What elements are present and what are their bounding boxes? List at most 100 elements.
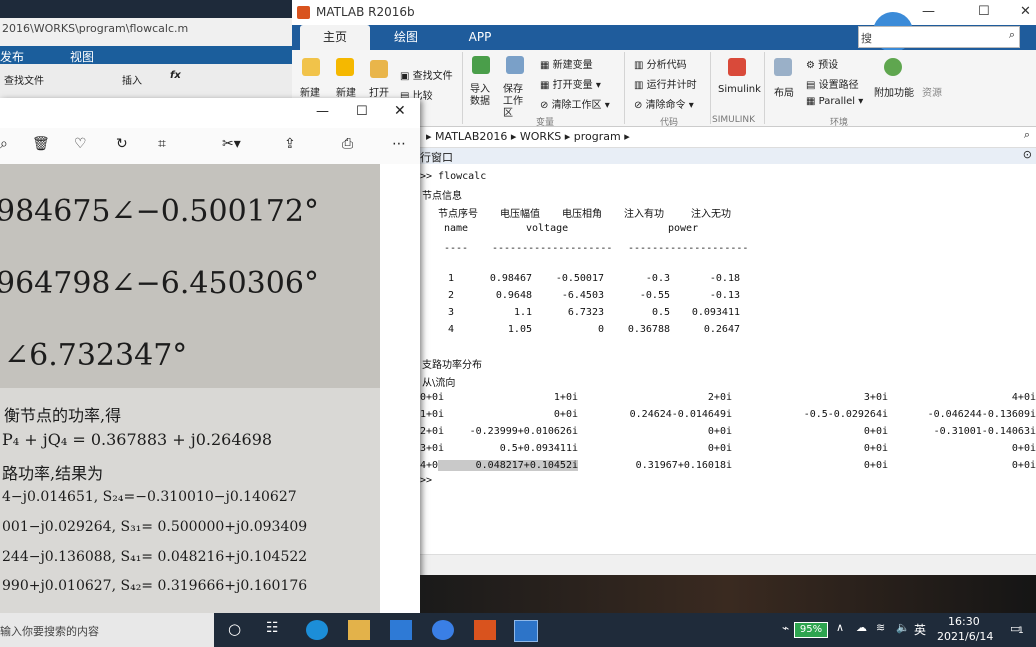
analyze-code-label: 分析代码 xyxy=(646,60,687,71)
run-and-time-button[interactable]: ▥ 运行并计时 xyxy=(634,76,697,91)
maximize-button[interactable]: ☐ xyxy=(978,4,990,19)
new-variable-label: 新建变量 xyxy=(552,60,593,71)
task-view-icon[interactable]: ○ xyxy=(228,620,241,638)
edge-icon[interactable] xyxy=(306,620,328,640)
delete-icon[interactable]: 🗑 xyxy=(32,136,50,152)
node-table-cell: -0.3 xyxy=(645,273,670,284)
editor-tab-publish[interactable]: 发布 xyxy=(0,48,24,65)
preferences-button[interactable]: ⚙ 预设 xyxy=(806,56,838,71)
print-icon[interactable]: ⎙ xyxy=(342,136,353,152)
editor-tab-view[interactable]: 视图 xyxy=(70,48,94,65)
node-info-title: 节点信息 xyxy=(422,191,462,202)
dash-line: ---- xyxy=(444,243,469,254)
tab-plots[interactable]: 绘图 xyxy=(374,25,438,50)
open-variable-button[interactable]: ▦ 打开变量 ▾ xyxy=(540,76,601,91)
editor-fx[interactable]: fx xyxy=(170,70,181,81)
command-window[interactable]: >> flowcalc 节点信息 节点序号 电压幅值 电压相角 注入有功 注入无… xyxy=(420,164,1036,554)
set-path-button[interactable]: ▤ 设置路径 xyxy=(806,76,859,91)
taskbar-search[interactable]: 输入你要搜索的内容 xyxy=(0,613,214,647)
import-data-button[interactable]: 导入数据 xyxy=(470,84,494,108)
run-and-time-label: 运行并计时 xyxy=(646,80,697,91)
matlab-taskbar-icon[interactable] xyxy=(474,620,496,640)
ribbon-separator xyxy=(710,52,711,124)
maximize-button[interactable]: ☐ xyxy=(356,104,368,119)
matlab-titlebar: MATLAB R2016b — ☐ ✕ xyxy=(292,0,1036,26)
breadcrumb-item[interactable]: WORKS xyxy=(520,130,561,143)
minimize-button[interactable]: — xyxy=(922,4,935,19)
photo-text-line: P₄ + jQ₄ = 0.367883 + j0.264698 xyxy=(2,430,273,449)
save-workspace-button[interactable]: 保存工作区 xyxy=(503,84,531,120)
mail-icon[interactable] xyxy=(390,620,412,640)
ribbon-separator xyxy=(462,52,463,124)
clock-app-icon[interactable] xyxy=(432,620,454,640)
matrix-cell: 0+0i xyxy=(863,443,888,454)
prompt[interactable]: >> xyxy=(420,475,432,486)
folder-search-icon[interactable]: ⌕ xyxy=(1024,128,1030,142)
parallel-label: Parallel xyxy=(818,96,856,107)
dash-line: -------------------- xyxy=(628,243,749,254)
panel-menu-icon[interactable]: ⊙ xyxy=(1023,148,1032,161)
search-input[interactable]: 搜 ⌕ xyxy=(858,26,1020,48)
matrix-cell: 0+0i xyxy=(707,426,732,437)
chevron-up-icon[interactable]: ∧ xyxy=(836,621,844,634)
dash-line: -------------------- xyxy=(492,243,613,254)
addons-button[interactable]: 附加功能 xyxy=(874,84,914,99)
node-table-cell: 0.9648 xyxy=(495,290,532,301)
file-explorer-icon[interactable] xyxy=(348,620,370,640)
matrix-cell: 1+0i xyxy=(553,392,578,403)
parallel-button[interactable]: ▦ Parallel ▾ xyxy=(806,96,863,107)
sub-header-voltage: voltage xyxy=(526,223,569,234)
breadcrumb-item[interactable]: MATLAB2016 xyxy=(435,130,507,143)
matrix-cell: 0+0i xyxy=(863,426,888,437)
breadcrumb-item[interactable]: program xyxy=(574,130,621,143)
taskview-grid-icon[interactable]: ☷ xyxy=(266,620,279,636)
tab-apps[interactable]: APP xyxy=(448,25,512,50)
favorite-icon[interactable]: ♡ xyxy=(74,136,87,152)
group-label-simulink: SIMULINK xyxy=(712,115,756,125)
preferences-label: 预设 xyxy=(818,60,839,71)
rotate-icon[interactable]: ↻ xyxy=(116,136,128,152)
open-button[interactable]: 打开 xyxy=(369,84,389,99)
analyze-code-button[interactable]: ▥ 分析代码 xyxy=(634,56,687,71)
photos-taskbar-icon[interactable] xyxy=(514,620,538,642)
edit-icon[interactable]: ✂▾ xyxy=(222,136,241,152)
share-icon[interactable]: ⇪ xyxy=(284,136,296,152)
simulink-button[interactable]: Simulink xyxy=(718,84,761,95)
minimize-button[interactable]: — xyxy=(316,104,329,119)
close-button[interactable]: ✕ xyxy=(1020,4,1031,19)
col-header: 注入无功 xyxy=(691,209,731,220)
node-table-cell: 0.093411 xyxy=(691,307,740,318)
more-icon[interactable]: ⋯ xyxy=(392,136,406,152)
matrix-cell: -0.31001-0.14063i xyxy=(933,426,1036,437)
network-icon[interactable]: ☁ xyxy=(856,621,867,634)
sub-header-power: power xyxy=(668,223,699,234)
zoom-icon[interactable]: ⌕ xyxy=(0,136,8,152)
matrix-cell: 0+0i xyxy=(1011,443,1036,454)
find-files-button[interactable]: ▣ 查找文件 xyxy=(400,67,453,82)
photo-text-line: 990+j0.010627, S₄₂= 0.319666+j0.160176 xyxy=(2,578,308,594)
matrix-cell: 2+0i xyxy=(707,392,732,403)
clear-commands-button[interactable]: ⊘ 清除命令 ▾ xyxy=(634,96,694,111)
new-variable-button[interactable]: ▦ 新建变量 xyxy=(540,56,593,71)
resources-button[interactable]: 资源 xyxy=(922,84,942,99)
new-button[interactable]: 新建 xyxy=(336,84,356,99)
close-button[interactable]: ✕ xyxy=(394,103,406,119)
matrix-cell: 0.24624-0.014649i xyxy=(629,409,732,420)
notification-count: 1 xyxy=(1018,626,1024,636)
volume-icon[interactable]: 🔈 xyxy=(896,621,910,634)
tab-home[interactable]: 主页 xyxy=(300,25,370,50)
battery-indicator[interactable]: 95% xyxy=(794,622,828,638)
editor-insert[interactable]: 插入 xyxy=(122,72,142,87)
ime-indicator[interactable]: 英 xyxy=(914,621,926,638)
wifi-icon[interactable]: ≋ xyxy=(876,621,885,634)
crop-icon[interactable]: ⌗ xyxy=(158,136,166,152)
clock-time[interactable]: 16:30 xyxy=(948,615,980,628)
clear-workspace-button[interactable]: ⊘ 清除工作区 ▾ xyxy=(540,96,610,111)
clock-date[interactable]: 2021/6/14 xyxy=(937,630,993,643)
simulink-icon xyxy=(728,58,746,76)
new-script-button[interactable]: 新建 xyxy=(300,84,320,99)
layout-button[interactable]: 布局 xyxy=(774,84,794,99)
photo-viewer-margin xyxy=(380,164,420,614)
editor-find-files[interactable]: 查找文件 xyxy=(4,72,44,87)
photo-text-line: 衡节点的功率,得 xyxy=(4,406,122,425)
